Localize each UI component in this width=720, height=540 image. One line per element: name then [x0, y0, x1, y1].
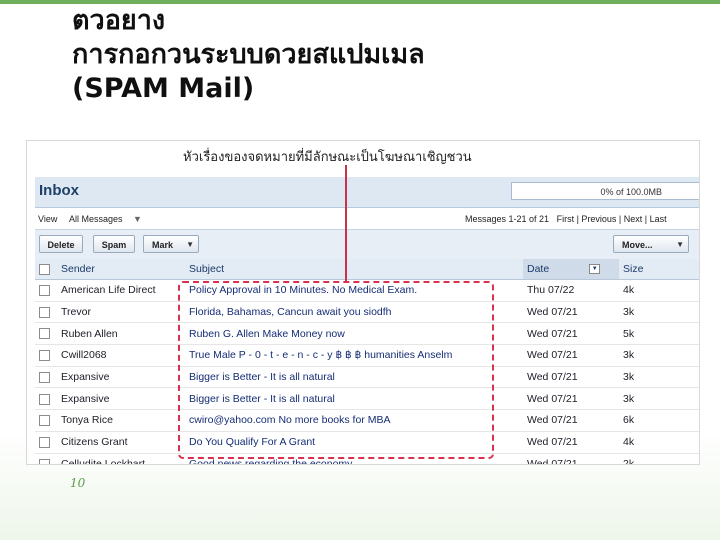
row-size: 2k [619, 453, 699, 464]
chevron-down-icon: ▼ [186, 240, 194, 249]
mark-button[interactable]: Mark ▼ [143, 235, 199, 253]
mail-toolbar: Delete Spam Mark ▼ Move... ▼ [35, 229, 699, 261]
delete-button[interactable]: Delete [39, 235, 83, 253]
quota-bar: 0% of 100.0MB [511, 182, 699, 200]
page-number: 10 [70, 476, 86, 490]
row-sender: Trevor [57, 301, 185, 324]
row-select-cell [35, 301, 57, 324]
column-sender[interactable]: Sender [57, 259, 185, 280]
select-all-header [35, 259, 57, 280]
row-sender: Cwill2068 [57, 344, 185, 367]
pager: Messages 1-21 of 21 First | Previous | N… [465, 214, 667, 224]
row-checkbox[interactable] [39, 328, 50, 340]
table-header-row: Sender Subject Date ▼ Size [35, 259, 699, 280]
view-select[interactable]: All Messages [69, 214, 123, 224]
column-subject[interactable]: Subject [185, 259, 523, 280]
row-select-cell [35, 387, 57, 411]
pager-links[interactable]: First | Previous | Next | Last [557, 214, 667, 224]
title-line-3: (SPAM Mail) [72, 73, 255, 104]
row-sender: Celludite Lockhart [57, 453, 185, 464]
title-line-2: การกอกวนระบบดวยสแปมเมล [72, 39, 425, 70]
row-date: Wed 07/21 [523, 409, 619, 432]
row-checkbox[interactable] [39, 350, 50, 362]
column-date-label: Date [527, 263, 550, 275]
row-checkbox[interactable] [39, 436, 50, 448]
row-date: Wed 07/21 [523, 301, 619, 324]
row-size: 3k [619, 344, 699, 367]
row-size: 6k [619, 409, 699, 432]
row-sender: Expansive [57, 366, 185, 389]
row-sender: American Life Direct [57, 279, 185, 302]
view-bar: View All Messages ▼ Messages 1-21 of 21 … [35, 209, 699, 229]
row-select-cell [35, 431, 57, 454]
mark-button-label: Mark [152, 240, 174, 250]
row-checkbox[interactable] [39, 393, 50, 405]
row-size: 4k [619, 431, 699, 454]
sort-icon[interactable]: ▼ [589, 264, 601, 275]
slide-title: ตวอยาง การกอกวนระบบดวยสแปมเมล (SPAM Mail… [72, 4, 692, 106]
view-label: View [38, 214, 58, 224]
row-select-cell [35, 409, 57, 432]
row-sender: Ruben Allen [57, 322, 185, 346]
inbox-header: Inbox 0% of 100.0MB [35, 177, 699, 208]
annotation-pointer-line [345, 165, 347, 283]
row-date: Wed 07/21 [523, 453, 619, 464]
row-date: Wed 07/21 [523, 366, 619, 389]
row-size: 4k [619, 279, 699, 302]
row-size: 3k [619, 387, 699, 411]
row-checkbox[interactable] [39, 285, 50, 297]
row-select-cell [35, 453, 57, 464]
row-sender: Tonya Rice [57, 409, 185, 432]
spam-button[interactable]: Spam [93, 235, 135, 253]
title-line-1: ตวอยาง [72, 5, 166, 36]
row-date: Thu 07/22 [523, 279, 619, 302]
row-size: 3k [619, 366, 699, 389]
row-date: Wed 07/21 [523, 387, 619, 411]
row-sender: Citizens Grant [57, 431, 185, 454]
row-date: Wed 07/21 [523, 322, 619, 346]
row-select-cell [35, 344, 57, 367]
row-checkbox[interactable] [39, 371, 50, 383]
row-select-cell [35, 279, 57, 302]
row-size: 3k [619, 301, 699, 324]
row-checkbox[interactable] [39, 415, 50, 427]
row-size: 5k [619, 322, 699, 346]
chevron-down-icon: ▼ [676, 240, 684, 249]
row-checkbox[interactable] [39, 306, 50, 318]
annotation-caption: หัวเรื่องของจดหมายที่มีลักษณะเป็นโฆษณาเช… [183, 150, 472, 165]
move-button[interactable]: Move... ▼ [613, 235, 689, 253]
column-date[interactable]: Date ▼ [523, 259, 619, 280]
row-date: Wed 07/21 [523, 431, 619, 454]
folder-title: Inbox [39, 182, 79, 199]
row-select-cell [35, 322, 57, 346]
row-date: Wed 07/21 [523, 344, 619, 367]
column-size[interactable]: Size [619, 259, 699, 280]
row-select-cell [35, 366, 57, 389]
spam-subject-highlight [178, 281, 494, 459]
view-select-chevron-icon[interactable]: ▼ [133, 214, 142, 224]
row-checkbox[interactable] [39, 458, 50, 464]
move-button-label: Move... [622, 240, 653, 250]
messages-count: Messages 1-21 of 21 [465, 214, 550, 224]
row-sender: Expansive [57, 387, 185, 411]
select-all-checkbox[interactable] [39, 263, 50, 275]
